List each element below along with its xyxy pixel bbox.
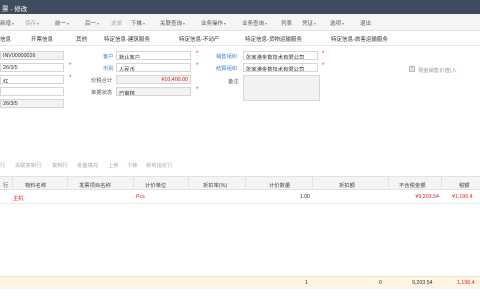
totals-row: 1 0 9,203.54 1,196.4	[0, 276, 480, 289]
chevron-down-icon: ▾	[67, 21, 70, 26]
tab-other[interactable]: 其他	[76, 35, 87, 43]
col-qty[interactable]: 计价数量	[269, 181, 290, 189]
chevron-down-icon: ▾	[265, 21, 268, 26]
bill-number-field[interactable]: INV00000026	[0, 51, 64, 60]
col-discount-rate[interactable]: 折扣率(%)	[203, 181, 227, 189]
chevron-down-icon: ▾	[314, 21, 317, 26]
toolbar-related-query-button[interactable]: 关联查询▾	[160, 19, 185, 27]
status-label: 单据状态	[91, 90, 113, 96]
total-amount: 9,203.54	[412, 280, 433, 286]
remark-textarea[interactable]	[243, 75, 320, 101]
required-marker: *	[196, 51, 199, 57]
date-field[interactable]: 26/3/5	[0, 63, 64, 72]
chevron-down-icon: ▾	[37, 21, 40, 26]
col-tax[interactable]: 税额	[459, 181, 470, 189]
cell-unit[interactable]: Pcs	[136, 194, 145, 200]
form-tabs: 信息 开票信息 其他 特定信息-建筑服务 特定信息-不动产 特定信息-货物运输服…	[0, 31, 480, 46]
table-row[interactable]: 主机 Pcs 1.00 ¥9,203.54 ¥1,196.4	[0, 190, 480, 204]
col-material-name[interactable]: 物料名称	[25, 181, 46, 189]
tab-real-estate[interactable]: 特定信息-不动产	[179, 35, 219, 43]
main-toolbar: 新增▾ 保存▾ 前一▾ 后一▾ 选单 下推▾ 关联查询▾ 业务操作▾ 业务查询▾…	[0, 14, 480, 31]
total-tax: 1,196.4	[457, 280, 475, 286]
required-marker: *	[196, 87, 199, 93]
toolbar-save-button[interactable]: 保存▾	[25, 19, 39, 27]
tab-construction[interactable]: 特定信息-建筑服务	[104, 35, 150, 43]
window-title: 票 - 修改	[0, 0, 480, 14]
chevron-down-icon: ▾	[143, 21, 146, 26]
cell-material[interactable]: 主机	[13, 194, 24, 202]
required-marker: *	[322, 51, 325, 57]
customer-label[interactable]: 客户	[103, 52, 114, 60]
empty-field[interactable]	[0, 87, 64, 96]
cell-qty[interactable]: 1.00	[290, 194, 310, 200]
currency-field[interactable]: 人民币	[116, 63, 191, 72]
tab-passenger[interactable]: 特定信息-旅客运输服务	[331, 35, 388, 43]
settle-org-field[interactable]: 张家港金数技术有限公司	[243, 63, 318, 72]
required-marker: *	[69, 63, 72, 69]
batch-fill-button[interactable]: 批量填充	[77, 161, 98, 169]
cash-sale-label: 現金销售价值(入	[418, 68, 457, 74]
type-field[interactable]: 红	[0, 75, 64, 84]
toolbar-business-op-button[interactable]: 业务操作▾	[201, 19, 226, 27]
status-field: 已审核	[116, 87, 191, 96]
tab-freight[interactable]: 特定信息-货物运输服务	[245, 35, 302, 43]
toolbar-next-button[interactable]: 后一▾	[85, 19, 99, 27]
required-marker: *	[69, 75, 72, 81]
required-marker: *	[322, 63, 325, 69]
total-amount-label: 价税合计	[91, 78, 113, 84]
move-down-button[interactable]: 下移	[127, 161, 138, 169]
cash-sale-checkbox[interactable]	[409, 65, 415, 72]
remark-label: 备注	[228, 79, 239, 85]
tab-basic-info[interactable]: 信息	[0, 35, 11, 43]
required-marker: *	[196, 63, 199, 69]
settle-org-label[interactable]: 结算组织	[216, 64, 237, 72]
toolbar-business-query-button[interactable]: 业务查询▾	[242, 19, 267, 27]
col-discount[interactable]: 折扣额	[339, 181, 355, 189]
col-seq[interactable]: 行	[3, 181, 8, 189]
toolbar-voucher-button[interactable]: 凭证▾	[302, 19, 316, 27]
copy-row-button[interactable]: 复制行	[52, 161, 68, 169]
toolbar-options-button[interactable]: 选项▾	[330, 19, 344, 27]
new-row-button[interactable]: 行	[0, 161, 5, 169]
chevron-down-icon: ▾	[97, 21, 100, 26]
chevron-down-icon: ▾	[183, 21, 186, 26]
total-discount: 0	[379, 280, 382, 286]
copy-related-button[interactable]: 关联复制行	[15, 161, 42, 169]
toolbar-list-button[interactable]: 列表	[281, 19, 292, 27]
sales-org-field[interactable]: 张家港金数技术有限公司	[243, 51, 318, 60]
chevron-down-icon: ▾	[12, 21, 15, 26]
total-qty: 1	[305, 280, 308, 286]
move-up-button[interactable]: 上移	[108, 161, 119, 169]
cell-tax[interactable]: ¥1,196.4	[452, 194, 473, 200]
chevron-down-icon: ▾	[342, 21, 345, 26]
tab-invoice-info[interactable]: 开票信息	[31, 35, 53, 43]
toolbar-push-button[interactable]: 下推▾	[131, 19, 145, 27]
col-amount-ex-tax[interactable]: 不含税金额	[399, 181, 426, 189]
currency-label[interactable]: 币别	[103, 64, 114, 72]
chevron-down-icon: ▾	[224, 21, 227, 26]
col-invoice-item[interactable]: 发票项目名称	[79, 181, 111, 189]
entry-toolbar: 行 关联复制行 复制行 批量填充 上移 下移 移到指定行	[0, 158, 480, 170]
date2-field[interactable]: 26/3/5	[0, 99, 64, 108]
toolbar-new-button[interactable]: 新增▾	[0, 19, 14, 27]
toolbar-exit-button[interactable]: 退出	[360, 19, 371, 27]
total-amount-field: ¥10,400.00	[116, 75, 191, 84]
toolbar-prev-button[interactable]: 前一▾	[55, 19, 69, 27]
move-to-row-button[interactable]: 移到指定行	[146, 161, 173, 169]
cell-amount-ex-tax[interactable]: ¥9,203.54	[396, 194, 439, 200]
col-unit[interactable]: 计价单位	[145, 181, 166, 189]
customer-field[interactable]: 默认客户	[116, 51, 191, 60]
grid-header: 行 物料名称 发票项目名称 计价单位 折扣率(%) 计价数量 折扣额 不含税金额…	[0, 176, 480, 190]
sales-org-label[interactable]: 销售组织	[216, 52, 237, 60]
toolbar-select-button[interactable]: 选单	[111, 19, 122, 27]
